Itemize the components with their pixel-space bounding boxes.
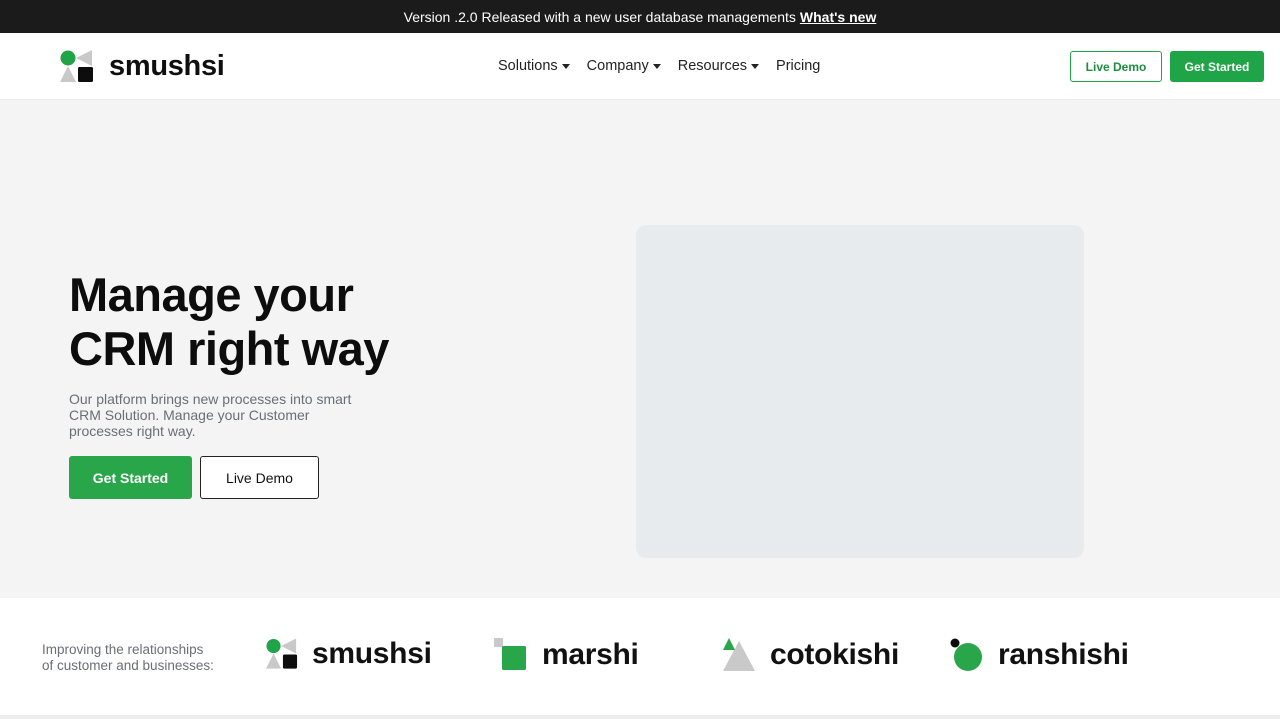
hero-section: Manage your CRM right way Our platform b… <box>0 100 1280 598</box>
nav-get-started-button[interactable]: Get Started <box>1170 51 1264 82</box>
nav-solutions[interactable]: Solutions <box>498 58 570 74</box>
nav-resources[interactable]: Resources <box>677 58 760 74</box>
navbar: smushsi Solutions Company Resources Pric… <box>0 33 1280 100</box>
client-name: marshi <box>542 637 639 671</box>
hero-title: Manage your CRM right way <box>69 268 389 376</box>
hero-get-started-button[interactable]: Get Started <box>69 456 192 499</box>
cotokishi-logo-icon <box>723 638 755 671</box>
hero-subtitle: Our platform brings new processes into s… <box>69 391 369 439</box>
chevron-down-icon <box>652 64 661 69</box>
hero-title-line2: CRM right way <box>69 322 389 375</box>
main-nav: Solutions Company Resources Pricing <box>498 33 820 99</box>
nav-resources-label: Resources <box>677 58 748 74</box>
section-divider <box>0 715 1280 719</box>
chevron-down-icon <box>561 64 570 69</box>
client-name: smushsi <box>312 637 432 670</box>
brand-logo[interactable]: smushsi <box>60 50 225 83</box>
brand-name: smushsi <box>109 50 225 82</box>
nav-solutions-label: Solutions <box>498 58 558 74</box>
clients-section: Improving the relationships of customer … <box>0 598 1280 719</box>
whats-new-link[interactable]: What's new <box>800 9 876 25</box>
hero-subtitle-line1: Our platform brings new processes into s… <box>69 391 352 407</box>
hero-media-placeholder <box>636 225 1084 558</box>
smushsi-logo-icon <box>266 638 298 669</box>
nav-pricing[interactable]: Pricing <box>776 58 820 74</box>
hero-subtitle-line2: CRM Solution. Manage your Customer <box>69 407 310 423</box>
nav-live-demo-button[interactable]: Live Demo <box>1070 51 1162 82</box>
hero-subtitle-line3: processes right way. <box>69 423 196 439</box>
brand-mark-icon <box>60 50 93 82</box>
nav-pricing-label: Pricing <box>776 58 821 74</box>
chevron-down-icon <box>751 64 760 69</box>
hero-title-line1: Manage your <box>69 268 354 321</box>
client-name: ranshishi <box>998 637 1129 671</box>
announcement-bar: Version .2.0 Released with a new user da… <box>0 0 1280 33</box>
marshi-logo-icon <box>494 638 526 670</box>
client-logo-ranshishi: ranshishi <box>950 638 1129 671</box>
clients-tagline: Improving the relationships of customer … <box>42 642 232 674</box>
hero-live-demo-button[interactable]: Live Demo <box>200 456 319 499</box>
nav-company[interactable]: Company <box>587 58 661 74</box>
ranshishi-logo-icon <box>950 638 982 671</box>
client-name: cotokishi <box>770 637 899 671</box>
announcement-text: Version .2.0 Released with a new user da… <box>403 8 796 25</box>
clients-tagline-line2: of customer and businesses: <box>42 658 214 673</box>
nav-company-label: Company <box>586 58 649 74</box>
clients-tagline-line1: Improving the relationships <box>42 642 204 657</box>
client-logo-cotokishi: cotokishi <box>722 638 899 671</box>
client-logo-smushsi: smushsi <box>266 638 432 670</box>
client-logo-marshi: marshi <box>494 638 639 671</box>
